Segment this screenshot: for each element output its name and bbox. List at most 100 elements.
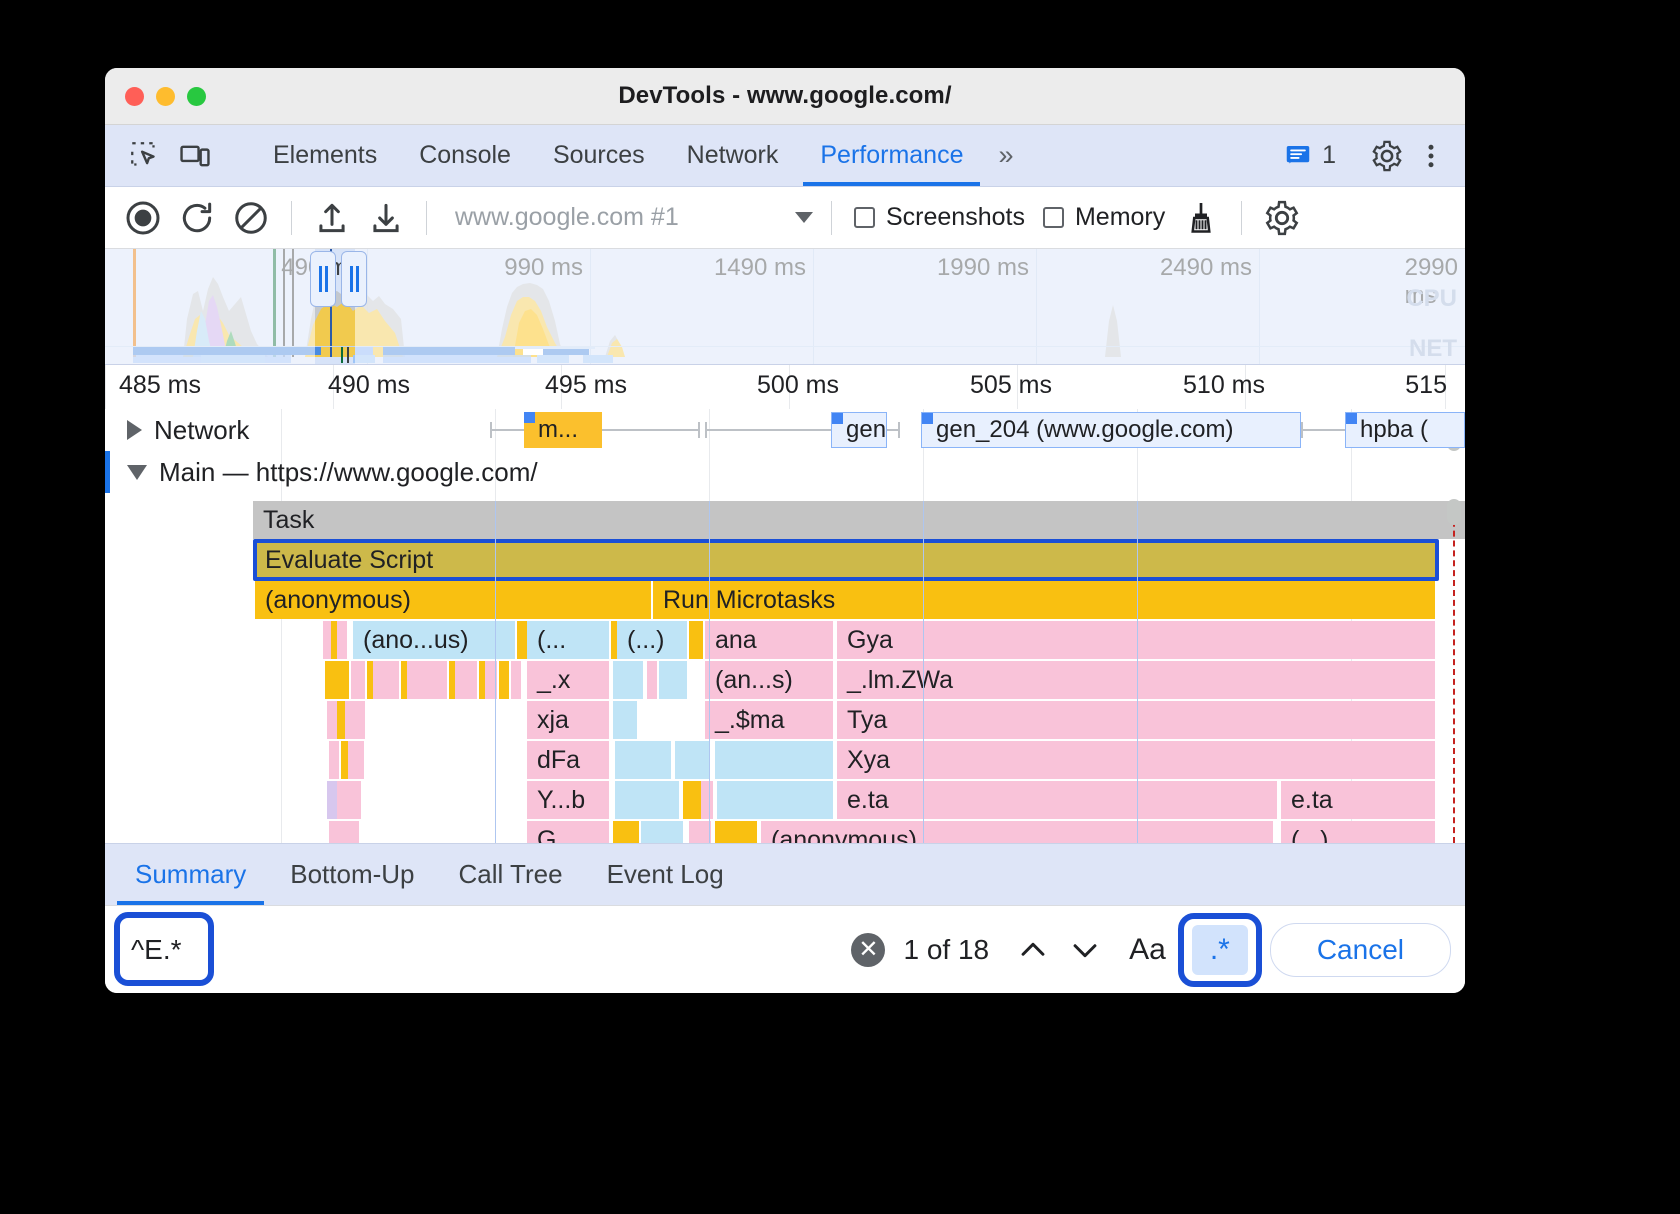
- main-flame-chart[interactable]: Task T... Evaluate Script (anonymous) Ru…: [253, 501, 1465, 843]
- flame-block[interactable]: [337, 781, 361, 819]
- flame-block[interactable]: ana: [705, 621, 833, 659]
- flame-chart-area[interactable]: 485 ms 490 ms 495 ms 500 ms 505 ms 510 m…: [105, 364, 1465, 843]
- issues-badge[interactable]: 1: [1273, 141, 1346, 171]
- flame-block[interactable]: _.x: [527, 661, 609, 699]
- flame-block[interactable]: (...: [527, 621, 609, 659]
- chevron-down-icon[interactable]: [127, 465, 147, 480]
- flame-block[interactable]: [329, 821, 339, 843]
- flame-block[interactable]: [345, 701, 365, 739]
- flame-block[interactable]: [348, 741, 364, 779]
- flame-block[interactable]: [613, 701, 637, 739]
- search-input[interactable]: [127, 922, 851, 978]
- record-icon[interactable]: [121, 196, 165, 240]
- flame-block[interactable]: (...): [617, 621, 687, 659]
- tab-sources[interactable]: Sources: [532, 125, 666, 186]
- tab-performance[interactable]: Performance: [799, 125, 984, 186]
- flame-block[interactable]: _.lm.ZWa: [837, 661, 1435, 699]
- flame-block[interactable]: [499, 661, 509, 699]
- flame-block[interactable]: [373, 661, 399, 699]
- flame-block[interactable]: [715, 821, 757, 843]
- save-profile-icon[interactable]: [364, 196, 408, 240]
- flame-block[interactable]: (anonymous): [255, 581, 651, 619]
- flame-block[interactable]: [689, 821, 711, 843]
- flame-block[interactable]: (...): [1281, 821, 1435, 843]
- memory-checkbox[interactable]: Memory: [1039, 203, 1169, 232]
- flame-block[interactable]: [337, 621, 347, 659]
- flame-block[interactable]: _.$ma: [705, 701, 833, 739]
- flame-block[interactable]: G...: [527, 821, 609, 843]
- more-tabs-icon[interactable]: »: [984, 125, 1027, 186]
- flame-block[interactable]: [329, 741, 339, 779]
- flame-block[interactable]: [613, 821, 639, 843]
- flame-block[interactable]: [407, 661, 447, 699]
- search-next-button[interactable]: [1059, 924, 1111, 976]
- flame-block[interactable]: [455, 661, 477, 699]
- flame-block[interactable]: [339, 821, 359, 843]
- clear-search-icon[interactable]: ✕: [851, 933, 885, 967]
- flame-block[interactable]: Tya: [837, 701, 1435, 739]
- flame-block[interactable]: [701, 781, 713, 819]
- flame-block[interactable]: [517, 621, 527, 659]
- flame-block-evaluate-script[interactable]: Evaluate Script: [255, 541, 1435, 579]
- overview-window-right-handle[interactable]: [341, 251, 367, 307]
- flame-block[interactable]: [647, 661, 657, 699]
- flame-block[interactable]: [327, 781, 337, 819]
- timeline-overview[interactable]: 490 ms 990 ms 1490 ms 1990 ms 2490 ms 29…: [105, 249, 1465, 364]
- regex-toggle-button[interactable]: .*: [1192, 925, 1248, 975]
- track-main[interactable]: Main — https://www.google.com/: [105, 451, 1465, 493]
- flame-block[interactable]: [613, 661, 643, 699]
- match-case-button[interactable]: Aa: [1111, 933, 1184, 967]
- flame-block[interactable]: [615, 741, 671, 779]
- inspect-element-icon[interactable]: [125, 136, 165, 176]
- search-prev-button[interactable]: [1007, 924, 1059, 976]
- flame-block[interactable]: [511, 661, 521, 699]
- load-profile-icon[interactable]: [310, 196, 354, 240]
- tab-event-log[interactable]: Event Log: [585, 844, 746, 905]
- clear-icon[interactable]: [229, 196, 273, 240]
- network-request[interactable]: m...: [524, 412, 602, 448]
- flame-block[interactable]: Xya: [837, 741, 1435, 779]
- flame-block[interactable]: [717, 781, 833, 819]
- tab-elements[interactable]: Elements: [252, 125, 398, 186]
- flame-block[interactable]: [659, 661, 687, 699]
- tab-console[interactable]: Console: [398, 125, 532, 186]
- flame-block[interactable]: Gya: [837, 621, 1435, 659]
- collect-garbage-icon[interactable]: [1179, 196, 1223, 240]
- flame-block[interactable]: Y...b: [527, 781, 609, 819]
- network-request[interactable]: gen: [831, 412, 887, 448]
- tab-summary[interactable]: Summary: [113, 844, 268, 905]
- track-network[interactable]: Network m... gen gen_204 (www.google.com…: [105, 409, 1465, 451]
- flame-block[interactable]: [325, 661, 349, 699]
- scrollbar-thumb[interactable]: [1447, 499, 1461, 525]
- flame-block[interactable]: [351, 661, 365, 699]
- flame-block[interactable]: [675, 741, 709, 779]
- flame-block[interactable]: [715, 741, 833, 779]
- flame-block[interactable]: Run Microtasks: [653, 581, 1435, 619]
- flame-block[interactable]: Task: [253, 501, 1465, 539]
- flame-block[interactable]: [641, 821, 683, 843]
- overview-window-left-handle[interactable]: [310, 251, 336, 307]
- capture-settings-gear-icon[interactable]: [1260, 196, 1304, 240]
- flame-block[interactable]: (anonymous): [761, 821, 1273, 843]
- flame-block[interactable]: [689, 621, 703, 659]
- flame-block[interactable]: (an...s): [705, 661, 833, 699]
- reload-and-record-icon[interactable]: [175, 196, 219, 240]
- tab-network[interactable]: Network: [666, 125, 800, 186]
- flame-block[interactable]: dFa: [527, 741, 609, 779]
- flame-block[interactable]: (ano...us): [353, 621, 515, 659]
- cancel-button[interactable]: Cancel: [1270, 923, 1451, 977]
- tab-bottom-up[interactable]: Bottom-Up: [268, 844, 436, 905]
- flame-block[interactable]: [327, 701, 337, 739]
- device-toolbar-icon[interactable]: [175, 136, 215, 176]
- flame-block[interactable]: xja: [527, 701, 609, 739]
- gear-icon[interactable]: [1367, 136, 1407, 176]
- flame-block[interactable]: e.ta: [1281, 781, 1435, 819]
- flame-block[interactable]: [683, 781, 693, 819]
- profile-select[interactable]: www.google.com #1: [445, 203, 813, 232]
- flame-block[interactable]: [615, 781, 679, 819]
- screenshots-checkbox[interactable]: Screenshots: [850, 203, 1029, 232]
- flame-block[interactable]: e.ta: [837, 781, 1277, 819]
- kebab-menu-icon[interactable]: [1411, 136, 1451, 176]
- network-request[interactable]: hpba (: [1345, 412, 1465, 448]
- tab-call-tree[interactable]: Call Tree: [437, 844, 585, 905]
